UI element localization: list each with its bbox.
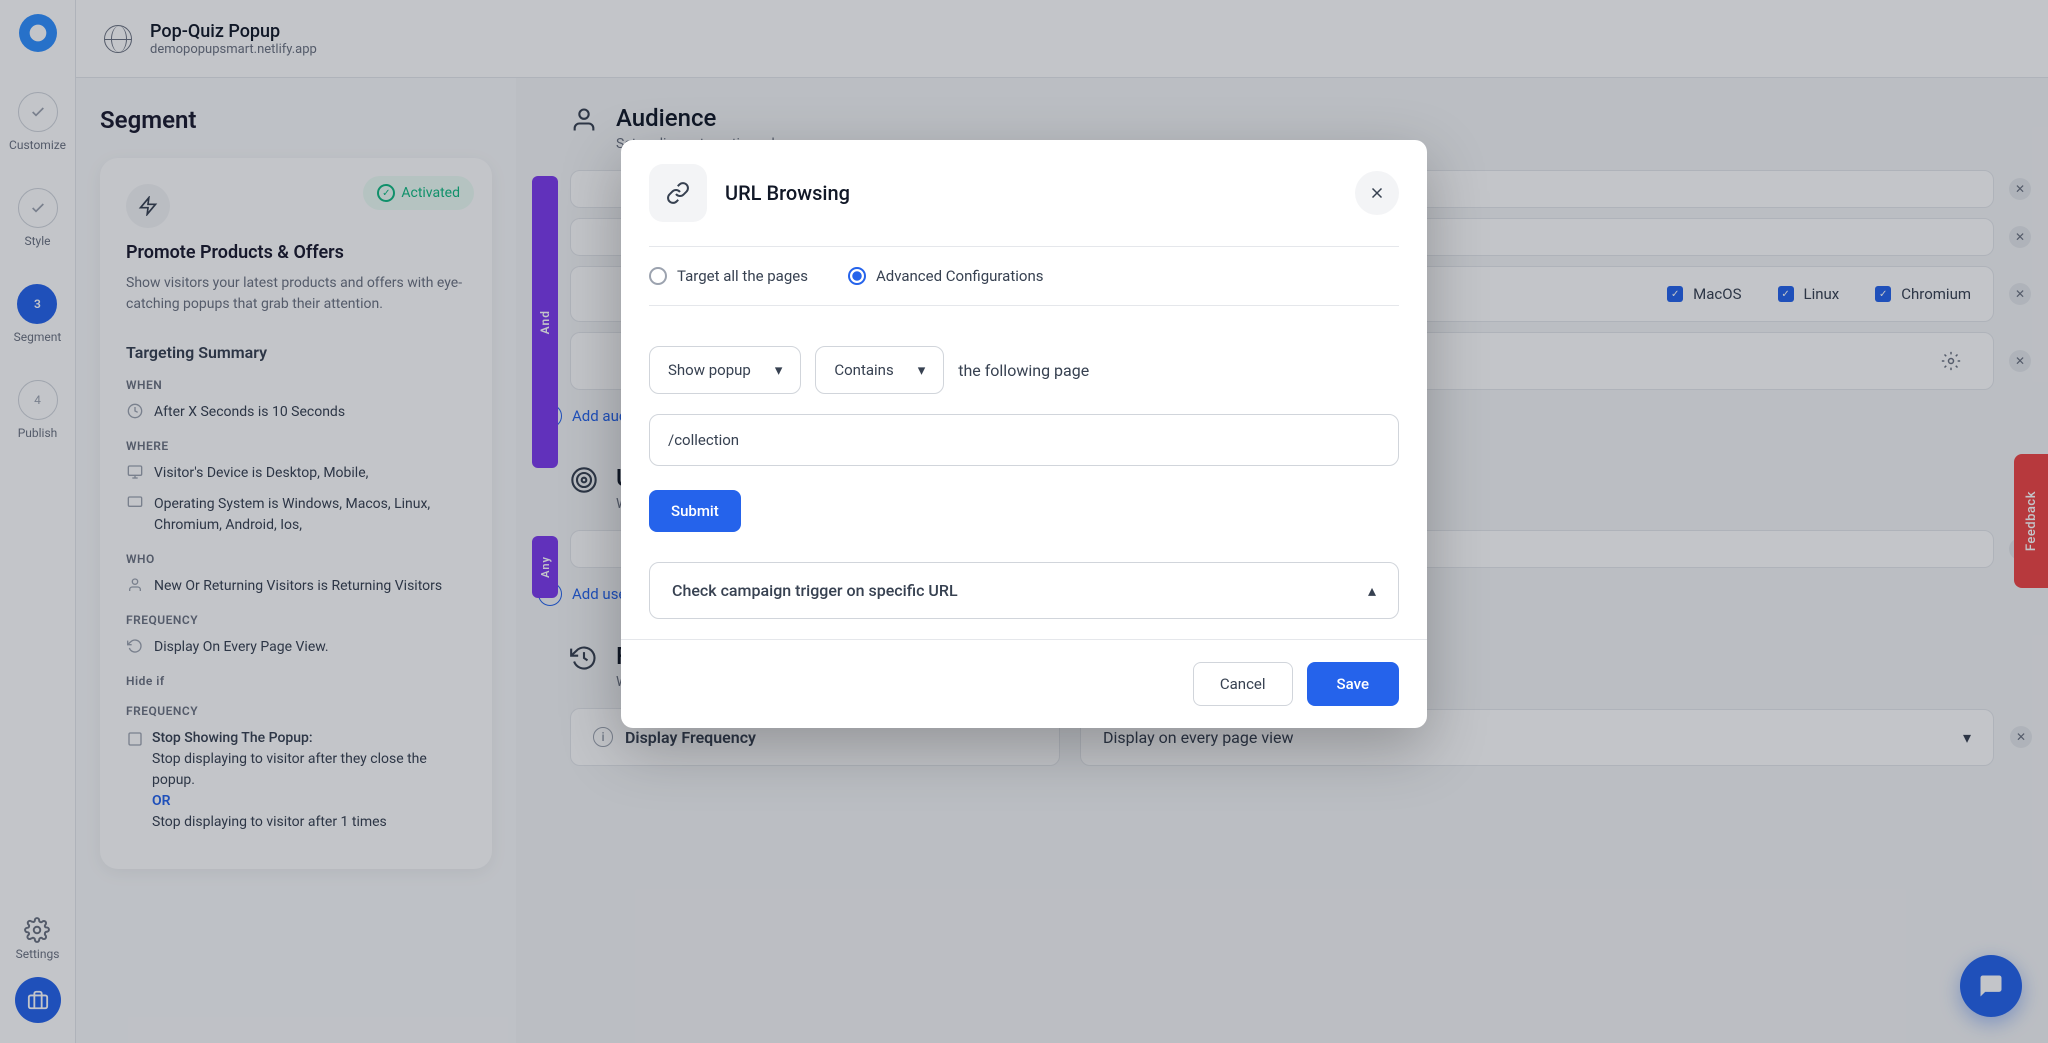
modal-overlay: URL Browsing Target all the pages Advanc… [0,0,2048,1043]
chevron-up-icon: ▴ [1368,581,1376,600]
close-icon [1368,184,1386,202]
radio-icon [848,267,866,285]
chevron-down-icon: ▾ [918,361,926,379]
accordion-label: Check campaign trigger on specific URL [672,581,958,600]
modal-title: URL Browsing [725,181,850,205]
close-button[interactable] [1355,171,1399,215]
radio-icon [649,267,667,285]
save-button[interactable]: Save [1307,662,1399,706]
url-browsing-modal: URL Browsing Target all the pages Advanc… [621,140,1427,728]
cancel-button[interactable]: Cancel [1193,662,1293,706]
select-show-popup[interactable]: Show popup ▾ [649,346,801,394]
radio-advanced[interactable]: Advanced Configurations [848,267,1044,285]
submit-button[interactable]: Submit [649,490,741,532]
radio-target-all[interactable]: Target all the pages [649,267,808,285]
following-page-text: the following page [958,361,1089,380]
select-contains-value: Contains [834,361,893,379]
url-input[interactable] [649,414,1399,466]
check-trigger-accordion[interactable]: Check campaign trigger on specific URL ▴ [649,562,1399,619]
select-contains[interactable]: Contains ▾ [815,346,944,394]
radio-all-label: Target all the pages [677,267,808,285]
radio-advanced-label: Advanced Configurations [876,267,1044,285]
chevron-down-icon: ▾ [775,361,783,379]
link-icon [649,164,707,222]
select-show-popup-value: Show popup [668,361,751,379]
